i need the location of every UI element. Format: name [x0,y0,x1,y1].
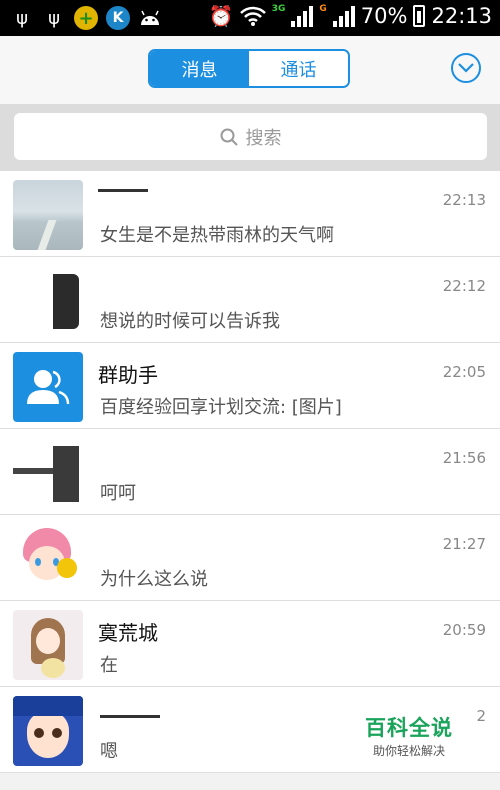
search-bar: 搜索 [0,105,500,171]
watermark-title: 百科全说 [365,716,453,740]
contact-name: 群助手 [98,363,158,387]
top-bar: 消息 通话 [0,36,500,105]
list-item[interactable]: 想说的时候可以告诉我 22:12 [0,257,500,343]
network-type-3g: 3G [271,4,286,14]
battery-percent: 70% [360,4,408,28]
android-icon [138,6,162,30]
avatar [13,266,83,336]
message-time: 21:27 [442,535,486,553]
message-preview: 为什么这么说 [100,569,208,590]
k-app-icon: K [106,6,130,30]
tab-calls[interactable]: 通话 [249,51,348,86]
search-placeholder: 搜索 [245,127,282,149]
avatar [13,524,83,594]
avatar [13,610,83,680]
usb-icon: ψ [48,7,60,29]
list-item[interactable]: 群助手 百度经验回享计划交流: [图片] 22:05 [0,343,500,429]
message-time: 21:56 [442,449,486,467]
message-preview: 嗯 [100,741,118,762]
signal-icon [332,5,355,27]
search-icon [220,128,238,146]
notification-icons: ψ ψ + K [10,6,162,30]
app-plus-icon: + [74,6,98,30]
message-time: 2 [476,707,486,725]
message-time: 22:12 [442,277,486,295]
message-time: 20:59 [442,621,486,639]
message-time: 22:13 [442,191,486,209]
contact-name: 寞荒城 [98,621,158,645]
watermark: 百科全说 助你轻松解决 [356,712,462,759]
avatar [13,180,83,250]
avatar [13,696,83,766]
chevron-down-icon [458,63,474,73]
search-input[interactable]: 搜索 [14,113,487,160]
message-preview: 女生是不是热带雨林的天气啊 [100,225,334,246]
list-item[interactable]: 呵呵 21:56 [0,429,500,515]
network-type-g: G [319,4,327,14]
group-icon [27,370,70,405]
tab-messages[interactable]: 消息 [150,51,249,86]
conversation-list: 女生是不是热带雨林的天气啊 22:13 想说的时候可以告诉我 22:12 群助手… [0,171,500,773]
wifi-icon [239,6,266,26]
avatar [13,438,83,508]
usb-icon: ψ [16,7,28,29]
redaction [100,715,160,718]
system-icons: ⏰ 3G G 70% 22:13 [209,4,492,28]
message-preview: 百度经验回享计划交流: [图片] [100,397,342,418]
more-button[interactable] [451,53,481,83]
signal-icon [291,5,314,27]
message-time: 22:05 [442,363,486,381]
watermark-subtitle: 助你轻松解决 [372,744,445,758]
list-item[interactable]: 寞荒城 在 20:59 [0,601,500,687]
message-preview: 想说的时候可以告诉我 [100,311,280,332]
message-preview: 在 [100,655,118,676]
list-item[interactable]: 女生是不是热带雨林的天气啊 22:13 [0,171,500,257]
battery-icon [413,5,426,27]
group-assistant-avatar [13,352,83,422]
clock: 22:13 [431,4,492,28]
status-bar: ψ ψ + K ⏰ 3G G 70% 22:13 [0,0,500,36]
list-item[interactable]: 为什么这么说 21:27 [0,515,500,601]
redaction [98,189,148,192]
message-preview: 呵呵 [100,483,136,504]
tab-switcher: 消息 通话 [148,49,350,88]
alarm-icon: ⏰ [208,4,234,28]
